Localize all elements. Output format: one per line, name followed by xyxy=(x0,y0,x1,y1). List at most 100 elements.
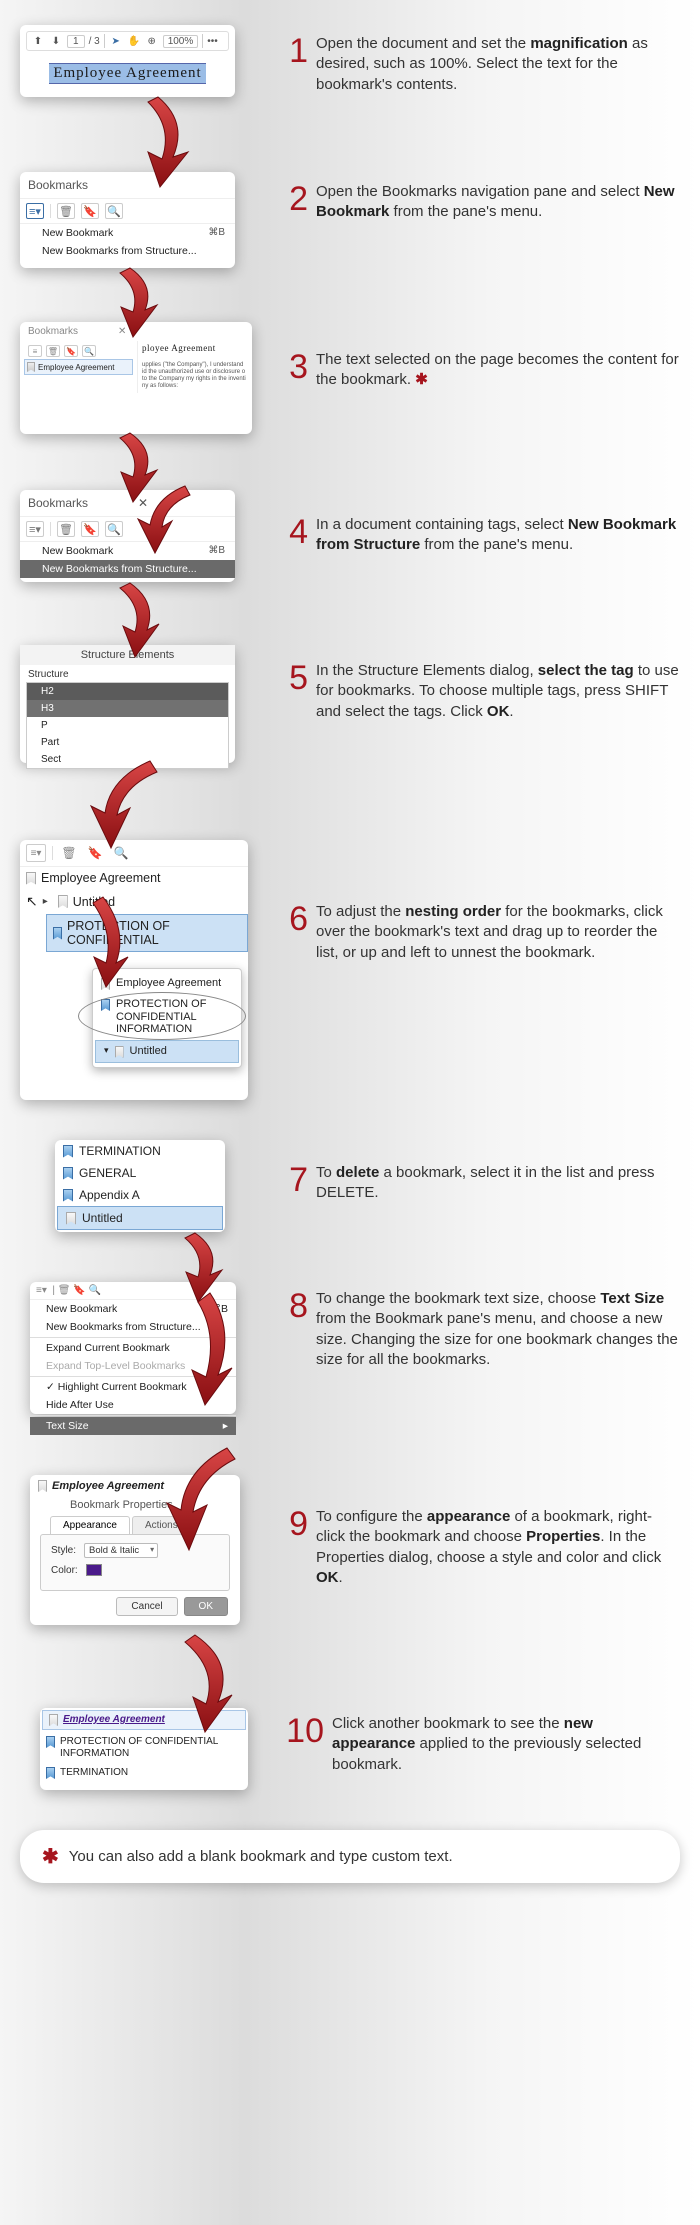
trash-icon: 🗑 xyxy=(57,203,75,219)
menu-new-from-structure-selected: New Bookmarks from Structure... xyxy=(20,560,235,578)
search-bookmark-icon: 🔍 xyxy=(105,521,123,537)
step-10: 10 Click another bookmark to see the new… xyxy=(280,1714,680,1775)
bookmarks-toolbar: ≡▾ 🗑 🔖 🔍 xyxy=(20,840,248,867)
pointer-icon: ➤ xyxy=(109,34,123,48)
step-4: 4 In a document containing tags, select … xyxy=(280,515,680,556)
bookmark-icon xyxy=(49,1714,58,1726)
selected-bookmark: Employee Agreement xyxy=(52,1480,164,1492)
pdf-toolbar: ⬆ ⬇ 1 / 3 ➤ ✋ ⊕ 100% ••• xyxy=(26,31,229,51)
page-number: 1 xyxy=(67,35,85,48)
step-1: 1 Open the document and set the magnific… xyxy=(280,34,680,95)
screenshot-step-7: TERMINATION GENERAL Appendix A Untitled xyxy=(55,1140,225,1232)
ok-button: OK xyxy=(184,1597,228,1616)
step-7: 7 To delete a bookmark, select it in the… xyxy=(280,1163,680,1204)
bookmark-icon xyxy=(66,1212,76,1225)
tag-p: P xyxy=(27,717,228,734)
screenshot-step-5: Structure Elements Structure H2 H3 P Par… xyxy=(20,645,235,763)
bookmark-icon xyxy=(53,927,62,940)
search-bookmark-icon: 🔍 xyxy=(105,203,123,219)
menu-icon: ≡ xyxy=(28,345,42,357)
menu-new-bookmark: New Bookmark⌘B xyxy=(20,224,235,242)
menu-text-size-selected: Text Size▸ xyxy=(30,1417,236,1435)
bookmarks-title: Bookmarks xyxy=(28,326,78,337)
step-6: 6 To adjust the nesting order for the bo… xyxy=(280,902,680,963)
selected-text: Employee Agreement xyxy=(49,63,205,84)
close-icon: ✕ xyxy=(118,326,126,337)
screenshot-step-6: ≡▾ 🗑 🔖 🔍 Employee Agreement ↖ ▸ Untitled… xyxy=(20,840,248,1100)
bookmark-selected: Untitled xyxy=(57,1206,223,1230)
step-2: 2 Open the Bookmarks navigation pane and… xyxy=(280,182,680,223)
bookmarks-toolbar: ≡ 🗑 🔖 🔍 xyxy=(24,343,133,359)
menu-icon: ≡▾ xyxy=(26,203,44,219)
bookmarks-title: Bookmarks xyxy=(20,172,235,199)
bookmark-icon xyxy=(26,872,36,885)
menu-icon: ≡▾ xyxy=(26,844,46,862)
arrow-5-to-6 xyxy=(75,758,175,853)
bookmark-protection-selected: PROTECTION OF CONFIDENTIAL xyxy=(46,914,248,952)
dialog-title: Structure Elements xyxy=(20,645,235,665)
bookmark-untitled: ↖ ▸ Untitled xyxy=(20,889,248,914)
search-icon: 🔍 xyxy=(82,345,96,357)
dialog-title: Bookmark Properties xyxy=(30,1497,240,1516)
menu-new-from-structure: New Bookmarks from Structure... xyxy=(20,242,235,260)
color-label: Color: xyxy=(51,1565,78,1576)
bookmark-icon xyxy=(58,895,68,908)
color-swatch xyxy=(86,1564,102,1576)
bookmark-icon xyxy=(101,978,110,990)
bookmarks-title: Bookmarks xyxy=(28,496,88,510)
screenshot-step-8: ≡▾ | 🗑 🔖 🔍 New Bookmark⌘B New Bookmarks … xyxy=(30,1282,236,1414)
menu-new-bookmark: New Bookmark⌘B xyxy=(30,1300,236,1318)
tab-appearance: Appearance xyxy=(50,1516,130,1534)
bookmark-icon xyxy=(115,1046,124,1058)
footnote: ✱You can also add a blank bookmark and t… xyxy=(20,1830,680,1883)
bookmark-icon xyxy=(38,1480,47,1492)
step-9: 9 To configure the appearance of a bookm… xyxy=(280,1507,680,1588)
screenshot-step-10: Employee Agreement PROTECTION OF CONFIDE… xyxy=(40,1708,248,1790)
menu-new-bookmark: New Bookmark⌘B xyxy=(20,542,235,560)
style-label: Style: xyxy=(51,1545,76,1556)
tag-h2: H2 xyxy=(27,683,228,700)
search-icon: 🔍 xyxy=(111,844,131,862)
cancel-button: Cancel xyxy=(116,1597,177,1616)
page-up-icon: ⬆ xyxy=(31,34,45,48)
menu-highlight-current: Highlight Current Bookmark xyxy=(30,1378,236,1396)
new-bookmark-icon: 🔖 xyxy=(81,203,99,219)
zoom-level: 100% xyxy=(163,35,199,48)
screenshot-step-9: Employee Agreement Bookmark Properties A… xyxy=(30,1475,240,1625)
step-5: 5 In the Structure Elements dialog, sele… xyxy=(280,661,680,722)
bookmark-icon xyxy=(46,1767,55,1779)
new-bookmark-icon: 🔖 xyxy=(85,844,105,862)
menu-expand-top: Expand Top-Level Bookmarks xyxy=(30,1357,236,1375)
bookmark-styled: Employee Agreement xyxy=(42,1710,246,1730)
close-icon: ✕ xyxy=(138,496,148,510)
tab-actions: Actions xyxy=(132,1516,191,1534)
bookmark-icon xyxy=(63,1189,73,1202)
bookmark-icon xyxy=(63,1167,73,1180)
hand-icon: ✋ xyxy=(127,34,141,48)
menu-icon: ≡▾ xyxy=(26,521,44,537)
more-icon: ••• xyxy=(207,36,218,47)
new-bookmark-icon: 🔖 xyxy=(64,345,78,357)
menu-new-from-structure: New Bookmarks from Structure... xyxy=(30,1318,236,1336)
tag-part: Part xyxy=(27,734,228,751)
bookmarks-toolbar: ≡▾ 🗑 🔖 🔍 xyxy=(20,199,235,224)
tag-h3: H3 xyxy=(27,700,228,717)
screenshot-step-3: Bookmarks ✕ ≡ 🗑 🔖 🔍 Employee Agreement p… xyxy=(20,322,252,434)
page-total: / 3 xyxy=(89,36,100,47)
trash-icon: 🗑 xyxy=(57,521,75,537)
structure-label: Structure xyxy=(20,665,235,682)
zoom-icon: ⊕ xyxy=(145,34,159,48)
new-bookmark-icon: 🔖 xyxy=(81,521,99,537)
trash-icon: 🗑 xyxy=(46,345,60,357)
style-select: Bold & Italic xyxy=(84,1543,158,1558)
trash-icon: 🗑 xyxy=(59,844,79,862)
bookmarks-toolbar: ≡▾ 🗑 🔖 🔍 xyxy=(20,517,235,542)
tag-sect: Sect xyxy=(27,751,228,768)
screenshot-step-2: Bookmarks ≡▾ 🗑 🔖 🔍 New Bookmark⌘B New Bo… xyxy=(20,172,235,268)
bookmark-icon xyxy=(46,1736,55,1748)
bookmark-icon xyxy=(101,999,110,1011)
menu-hide-after-use: Hide After Use xyxy=(30,1396,236,1414)
screenshot-step-4: Bookmarks ✕ ≡▾ 🗑 🔖 🔍 New Bookmark⌘B New … xyxy=(20,490,235,582)
step-8: 8 To change the bookmark text size, choo… xyxy=(280,1289,680,1370)
bookmark-icon xyxy=(27,362,35,372)
